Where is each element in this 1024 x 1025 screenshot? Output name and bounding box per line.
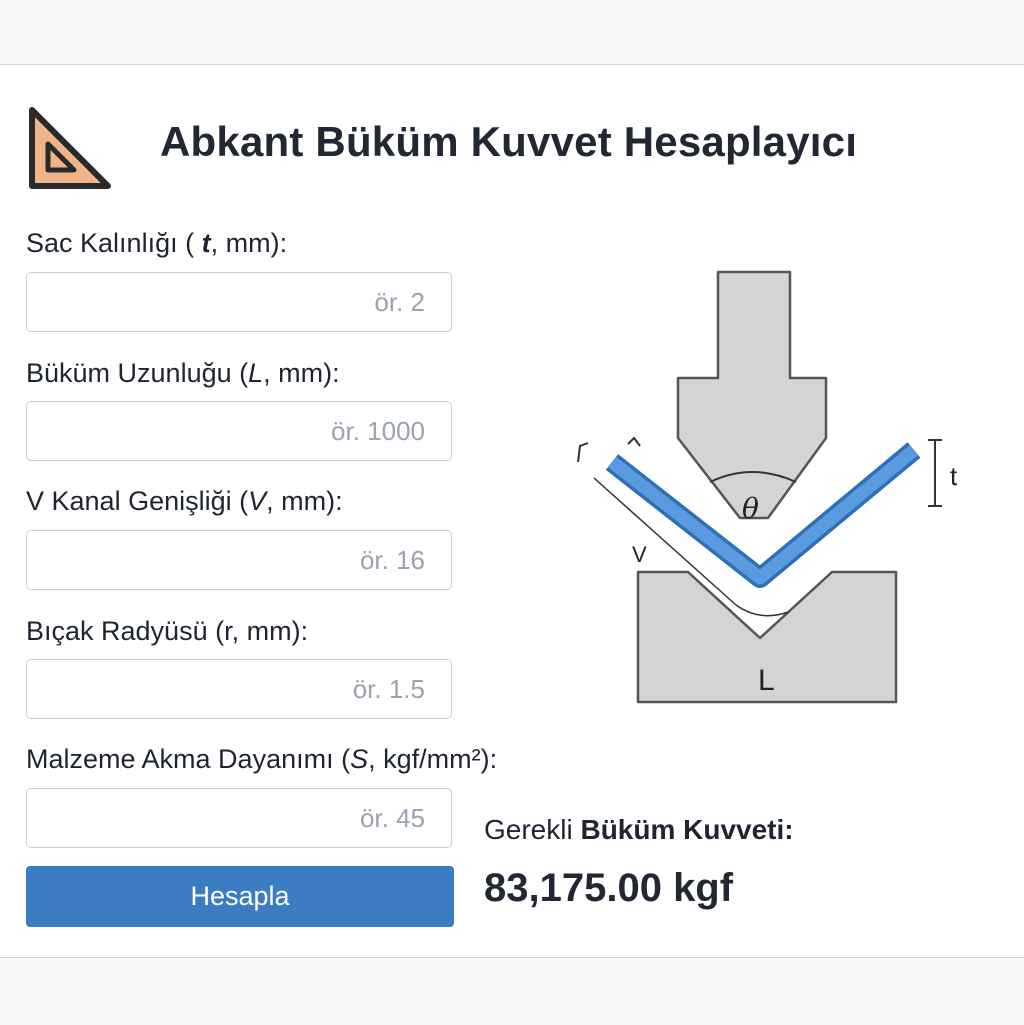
calculate-button[interactable]: Hesapla	[26, 866, 454, 927]
top-band	[0, 0, 1024, 65]
result-label: Gerekli Büküm Kuvveti:	[484, 814, 794, 845]
thickness-input[interactable]	[26, 272, 452, 332]
punch-radius-input[interactable]	[26, 659, 452, 719]
thickness-dim-label: t	[950, 461, 958, 491]
punch-radius-label: Bıçak Radyüsü (r, mm):	[26, 616, 309, 646]
press-brake-diagram: θ t V L	[577, 270, 958, 704]
triangle-ruler-icon	[29, 107, 111, 189]
yield-strength-label: Malzeme Akma Dayanımı (S, kgf/mm²):	[26, 744, 498, 774]
yield-strength-input[interactable]	[26, 788, 452, 848]
theta-label: θ	[742, 492, 759, 525]
length-dim-label: L	[758, 664, 775, 697]
v-die-width-input[interactable]	[26, 530, 452, 590]
v-die-width-label: V Kanal Genişliği (V, mm):	[26, 486, 343, 516]
bend-length-input[interactable]	[26, 401, 452, 461]
result-value: 83,175.00 kgf	[484, 866, 734, 910]
page-title: Abkant Büküm Kuvvet Hesaplayıcı	[160, 118, 858, 165]
v-dim-label: V	[632, 542, 647, 567]
bend-length-label: Büküm Uzunluğu (L, mm):	[26, 358, 340, 388]
bottom-band	[0, 957, 1024, 1025]
thickness-label: Sac Kalınlığı ( t, mm):	[26, 228, 288, 258]
punch-tool	[676, 270, 828, 520]
